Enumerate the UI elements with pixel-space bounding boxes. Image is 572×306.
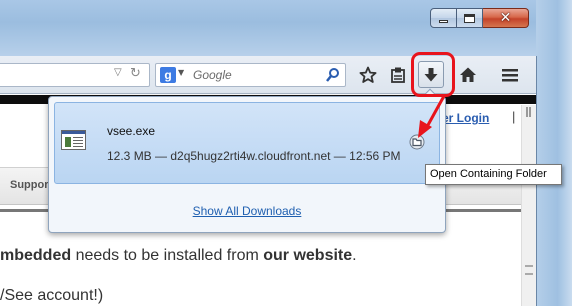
maximize-icon	[464, 13, 475, 23]
body-text-line2: /See account!)	[0, 287, 104, 304]
nav-item-support[interactable]: Suppor	[10, 179, 49, 191]
body-text-mid: needs to be installed from	[71, 247, 264, 264]
scrollbar-tick-top	[526, 107, 531, 117]
bookmark-star-icon[interactable]	[358, 65, 378, 85]
body-text-end: .	[352, 247, 357, 264]
open-folder-tooltip: Open Containing Folder	[425, 164, 562, 185]
reload-icon[interactable]: ↻	[130, 66, 141, 81]
file-icon-graphic	[65, 137, 71, 147]
engine-dropdown-icon[interactable]: ▼	[178, 68, 184, 77]
body-text-line1: mbedded needs to be installed from our w…	[0, 247, 357, 265]
search-bar[interactable]: g ▼ Google	[155, 63, 346, 87]
window-frame-right	[536, 0, 572, 306]
search-input[interactable]: Google	[193, 68, 232, 82]
show-all-downloads-link[interactable]: Show All Downloads	[48, 204, 446, 218]
open-folder-icon[interactable]	[409, 134, 425, 150]
minimize-icon	[439, 20, 448, 23]
url-history-dropdown-icon[interactable]: ▽	[114, 67, 122, 78]
minimize-button[interactable]	[430, 8, 457, 28]
download-item[interactable]	[54, 102, 440, 184]
exe-file-icon	[61, 130, 86, 150]
close-button[interactable]: ✕	[483, 8, 529, 28]
file-icon-lines	[73, 137, 83, 138]
download-button-highlight	[411, 52, 455, 97]
download-filename: vsee.exe	[107, 124, 156, 138]
header-divider: |	[512, 109, 516, 124]
page-scrollbar[interactable]	[521, 105, 536, 306]
google-engine-icon[interactable]: g	[160, 67, 176, 83]
url-bar[interactable]: ▽ ↻	[0, 63, 150, 87]
scrollbar-tick-bottom	[525, 265, 533, 275]
maximize-button[interactable]	[457, 8, 483, 28]
menu-icon[interactable]	[500, 65, 520, 85]
body-bold-prefix: mbedded	[0, 247, 72, 264]
our-website-link[interactable]: our website	[263, 247, 352, 264]
search-icon[interactable]	[325, 67, 341, 83]
navigation-toolbar: ▽ ↻ g ▼ Google	[0, 56, 536, 94]
caption-buttons: ✕	[430, 8, 529, 28]
download-meta: 12.3 MB — d2q5hugz2rti4w.cloudfront.net …	[107, 149, 401, 163]
bookmarks-menu-icon[interactable]	[388, 65, 408, 85]
file-icon-titlebar	[62, 131, 85, 134]
close-icon: ✕	[499, 10, 512, 26]
home-icon[interactable]	[458, 65, 478, 85]
